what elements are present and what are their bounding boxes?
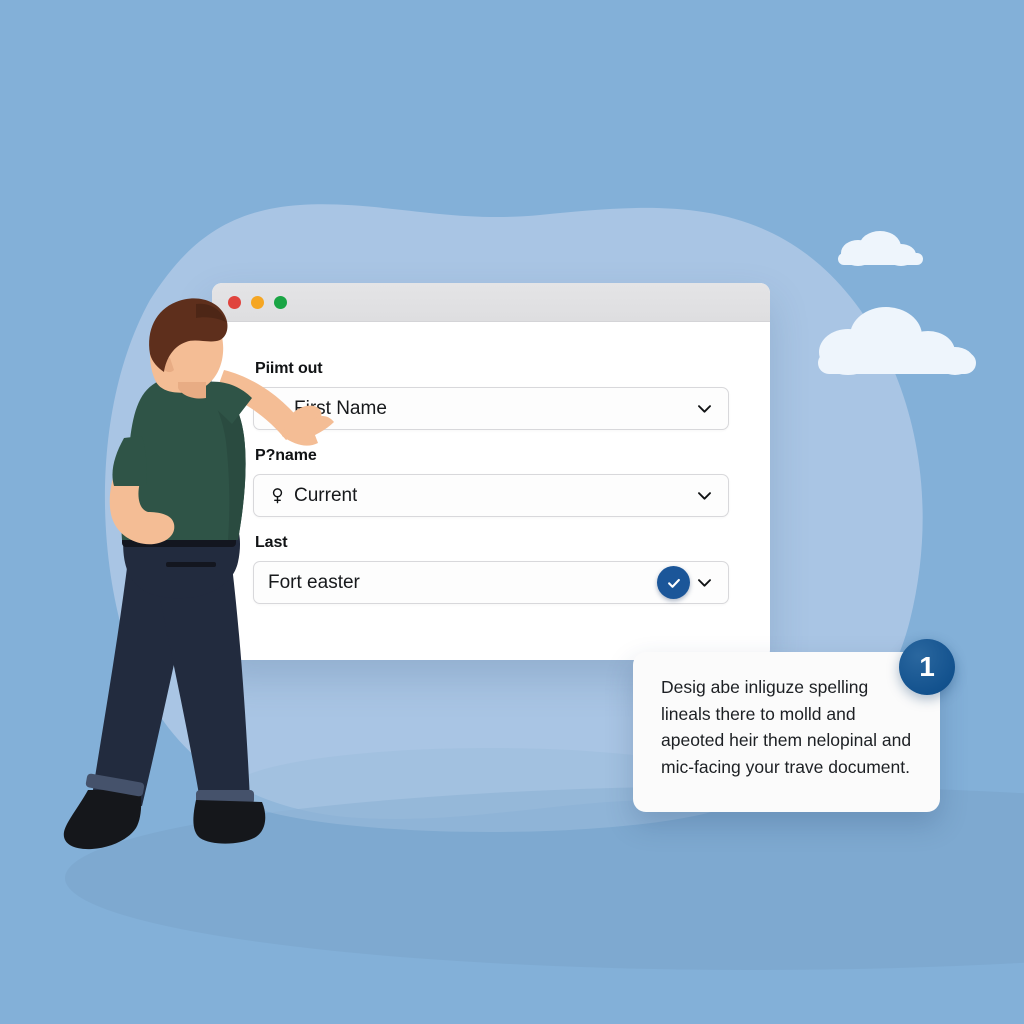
field-input-2[interactable]: Current [253, 474, 729, 517]
field-input-1[interactable]: First Name [253, 387, 729, 430]
venus-icon [268, 486, 287, 505]
field-label-1: Piimt out [255, 360, 323, 377]
field-label-3: Last [255, 534, 288, 551]
field-value-2: Current [294, 484, 358, 506]
field-group-1: Piimt out First Name [253, 360, 729, 430]
field-value-3: Fort easter [268, 571, 360, 593]
field-confirmed-badge[interactable] [657, 566, 690, 599]
field-group-2: P?name Current [253, 447, 729, 517]
field-label-2: P?name [255, 447, 317, 464]
field-input-3[interactable]: Fort easter [253, 561, 729, 604]
window-minimize-button[interactable] [251, 295, 264, 309]
window-close-button[interactable] [228, 295, 241, 309]
window-maximize-button[interactable] [274, 295, 287, 309]
field-group-3: Last Fort easter [253, 534, 729, 604]
chevron-down-icon[interactable] [695, 573, 714, 592]
window-titlebar [212, 283, 770, 322]
app-window: Piimt out First Name P?name Current Last… [212, 283, 770, 660]
illustration-scene: Piimt out First Name P?name Current Last… [0, 0, 1024, 1024]
field-value-1: First Name [294, 397, 387, 419]
form-body: Piimt out First Name P?name Current Last… [212, 322, 770, 604]
chevron-down-icon[interactable] [695, 399, 714, 418]
step-number-badge: 1 [899, 639, 955, 695]
chevron-down-icon[interactable] [695, 486, 714, 505]
tooltip-text: Desig abe inliguze spelling lineals ther… [661, 677, 912, 777]
clock-icon [268, 399, 287, 418]
tooltip-callout: Desig abe inliguze spelling lineals ther… [633, 652, 940, 812]
